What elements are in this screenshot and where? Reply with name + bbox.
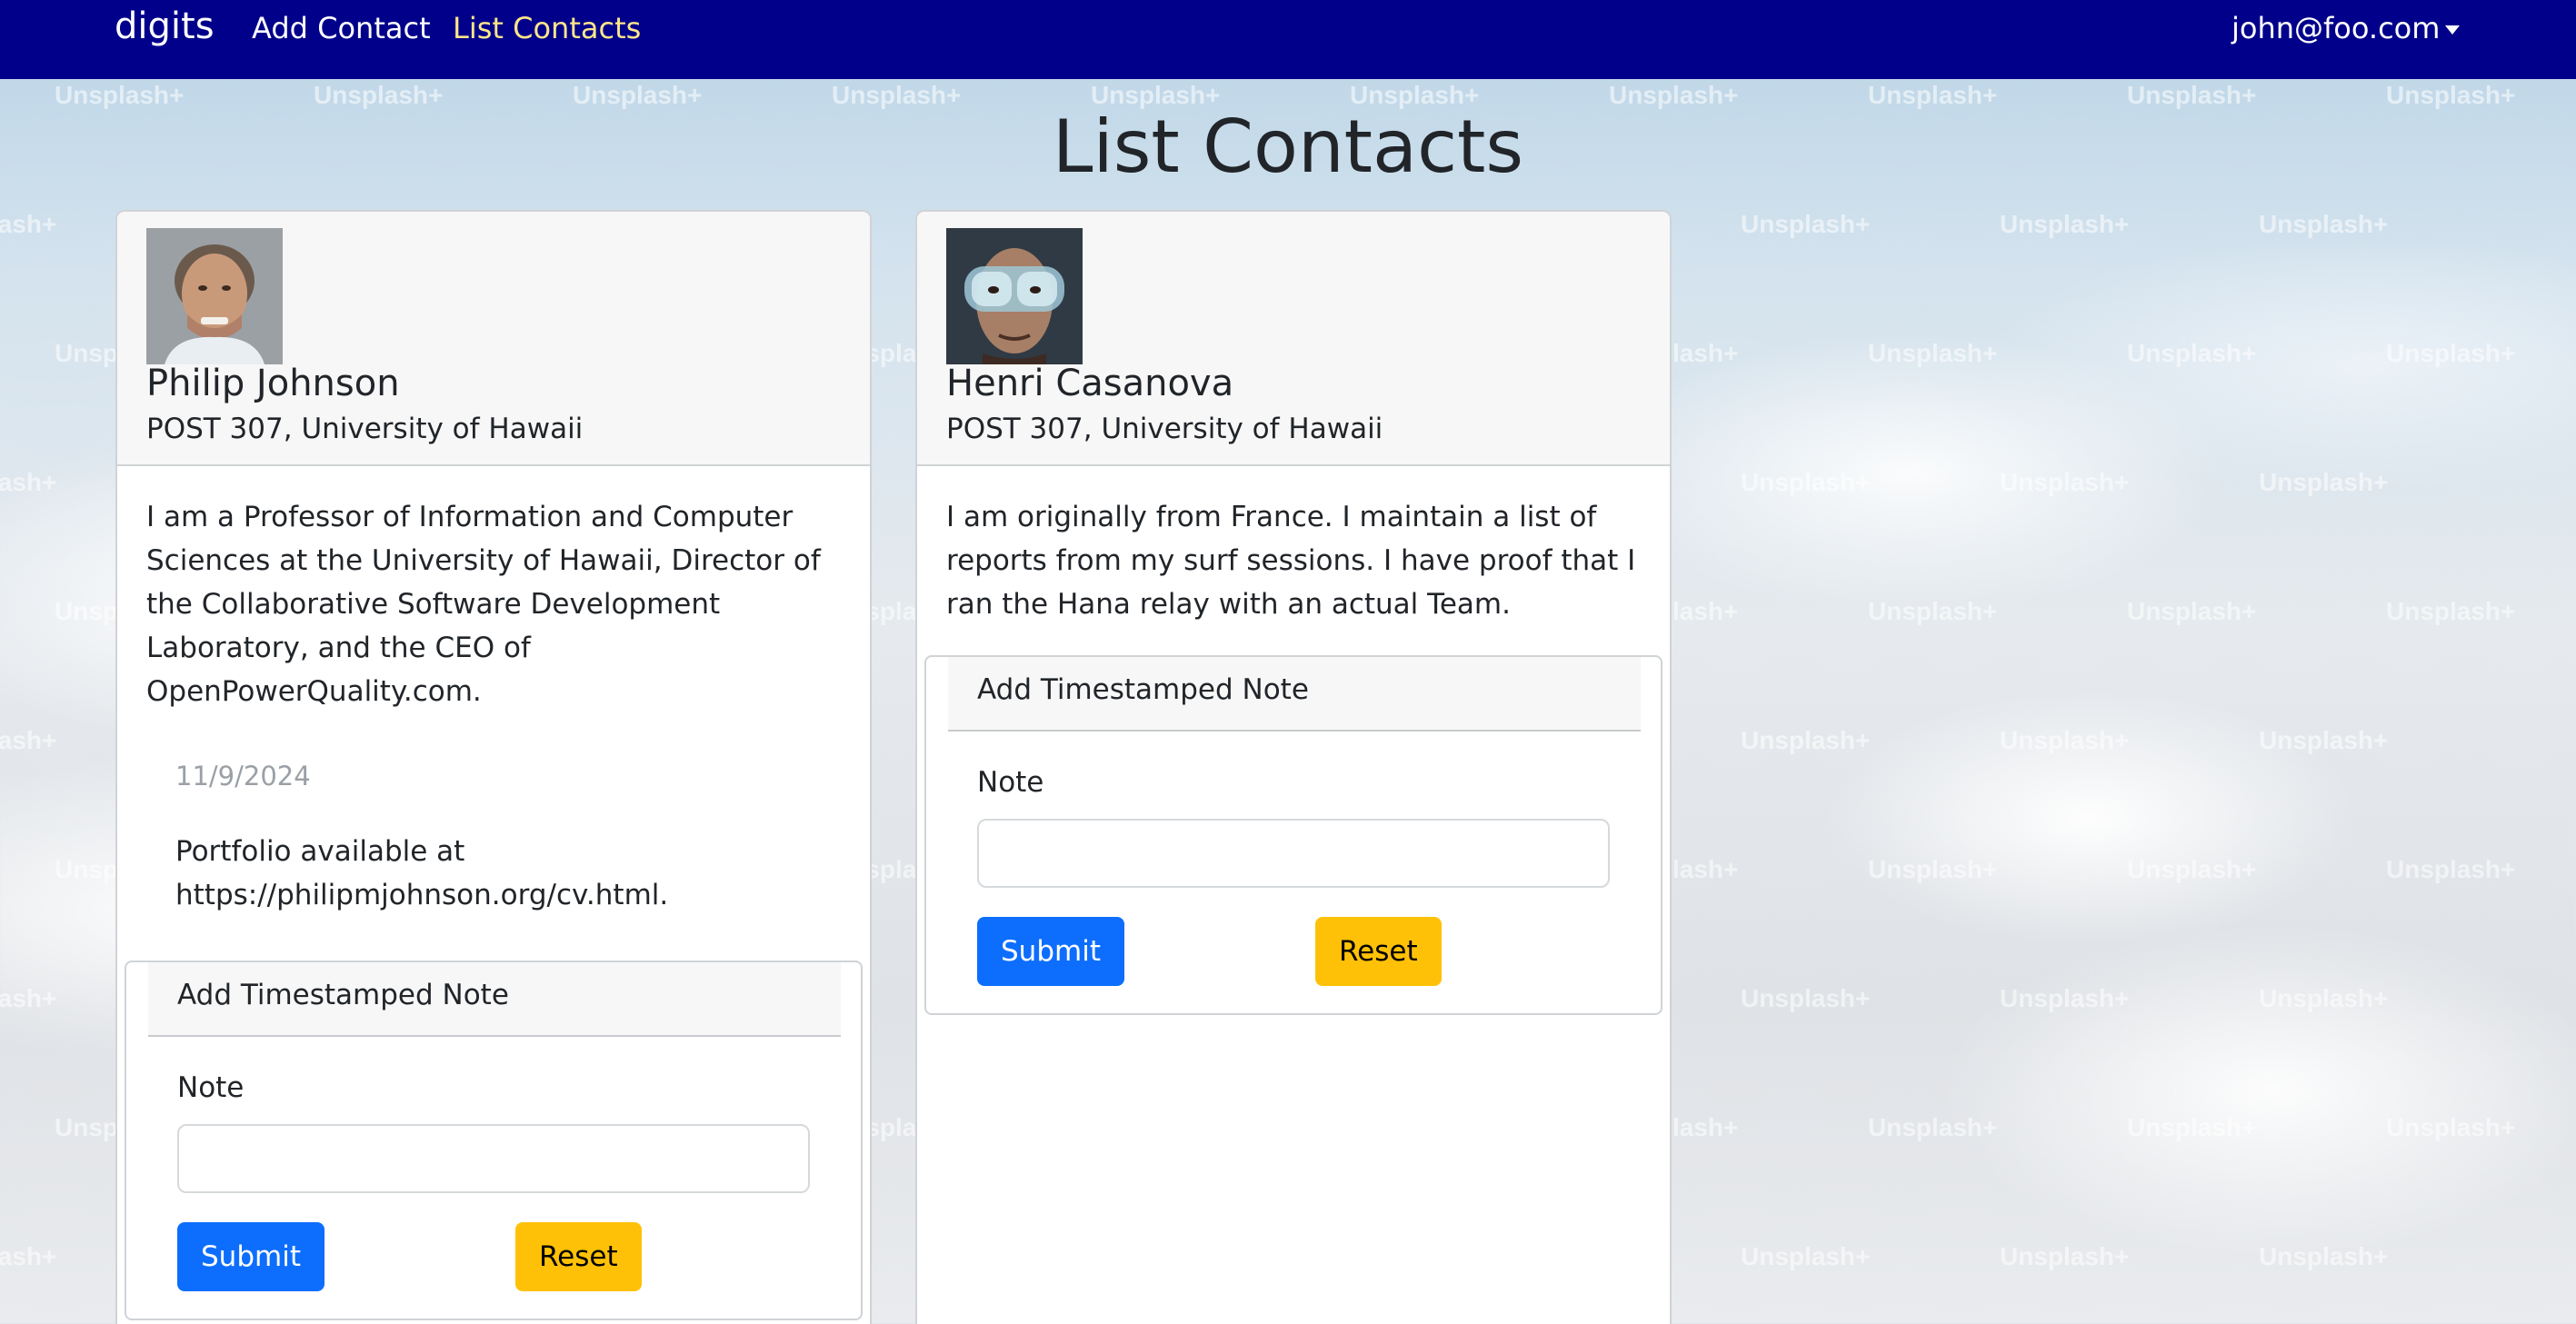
add-note-title: Add Timestamped Note (977, 673, 1309, 706)
watermark-text: Unsplash+ (2386, 339, 2516, 367)
caret-down-icon (2445, 25, 2461, 35)
contact-name: Philip Johnson (146, 363, 400, 404)
watermark-text: Unsplash+ (1741, 984, 1871, 1012)
watermark-text: Unsplash+ (2127, 339, 2257, 367)
note-input[interactable] (977, 819, 1610, 888)
add-note-title: Add Timestamped Note (177, 979, 509, 1011)
watermark-text: Unsplash+ (1741, 1242, 1871, 1270)
avatar (146, 228, 283, 364)
watermark-text: Unsplash+ (0, 726, 57, 754)
contact-card: Henri Casanova POST 307, University of H… (915, 210, 1672, 1324)
contact-description: I am originally from France. I maintain … (946, 501, 1636, 621)
nav-add-contact[interactable]: Add Contact (252, 11, 431, 45)
watermark-text: Unsplash+ (0, 984, 57, 1012)
note-field-label: Note (977, 766, 1044, 799)
watermark-text: Unsplash+ (2259, 210, 2389, 238)
watermark-text: Unsplash+ (1868, 597, 1998, 625)
note-field-label: Note (177, 1071, 245, 1104)
add-note-header: Add Timestamped Note (948, 657, 1641, 732)
add-note-header: Add Timestamped Note (148, 962, 841, 1037)
watermark-text: Unsplash+ (1741, 210, 1871, 238)
page-title: List Contacts (1052, 105, 1524, 189)
submit-button[interactable]: Submit (977, 917, 1124, 986)
contact-card-header: Henri Casanova POST 307, University of H… (917, 212, 1670, 466)
user-dropdown[interactable]: john@foo.com (2232, 11, 2461, 45)
watermark-text: Unsplash+ (1868, 855, 1998, 883)
contact-card-header: Philip Johnson POST 307, University of H… (117, 212, 870, 466)
contact-card: Philip Johnson POST 307, University of H… (115, 210, 872, 1324)
watermark-text: Unsplash+ (2000, 210, 2130, 238)
navbar: digits Add Contact List Contacts john@fo… (0, 0, 2576, 79)
add-note-form: Add Timestamped Note Note Submit Reset (125, 961, 863, 1320)
submit-button[interactable]: Submit (177, 1222, 324, 1291)
watermark-text: Unsplash+ (2259, 726, 2389, 754)
watermark-text: Unsplash+ (2259, 468, 2389, 496)
watermark-text: Unsplash+ (2259, 1242, 2389, 1270)
watermark-text: Unsplash+ (2000, 1242, 2130, 1270)
watermark-text: Unsplash+ (2386, 855, 2516, 883)
watermark-text: Unsplash+ (2386, 597, 2516, 625)
watermark-text: Unsplash+ (2127, 1113, 2257, 1141)
watermark-text: Unsplash+ (2127, 855, 2257, 883)
reset-button[interactable]: Reset (1315, 917, 1442, 986)
watermark-text: Unsplash+ (1741, 468, 1871, 496)
user-email: john@foo.com (2232, 11, 2441, 45)
brand-logo[interactable]: digits (115, 5, 215, 47)
watermark-text: Unsplash+ (2000, 726, 2130, 754)
contact-description: I am a Professor of Information and Comp… (146, 501, 821, 708)
add-note-form: Add Timestamped Note Note Submit Reset (924, 655, 1662, 1015)
watermark-text: Unsplash+ (2386, 1113, 2516, 1141)
watermark-text: Unsplash+ (0, 1242, 57, 1270)
watermark-text: Unsplash+ (2127, 597, 2257, 625)
nav-list-contacts[interactable]: List Contacts (453, 11, 641, 45)
contact-address: POST 307, University of Hawaii (146, 413, 584, 445)
contact-name: Henri Casanova (946, 363, 1234, 404)
note-input[interactable] (177, 1124, 810, 1193)
watermark-text: Unsplash+ (2000, 468, 2130, 496)
watermark-text: Unsplash+ (0, 210, 57, 238)
watermark-text: Unsplash+ (1868, 339, 1998, 367)
note-timestamp: 11/9/2024 (175, 761, 311, 791)
watermark-text: Unsplash+ (1868, 1113, 1998, 1141)
reset-button[interactable]: Reset (515, 1222, 642, 1291)
avatar (946, 228, 1083, 364)
contact-address: POST 307, University of Hawaii (946, 413, 1383, 445)
watermark-text: Unsplash+ (1741, 726, 1871, 754)
watermark-text: Unsplash+ (2000, 984, 2130, 1012)
note-text: Portfolio available at https://philipmjo… (175, 835, 669, 911)
watermark-text: Unsplash+ (2259, 984, 2389, 1012)
watermark-text: Unsplash+ (0, 468, 57, 496)
